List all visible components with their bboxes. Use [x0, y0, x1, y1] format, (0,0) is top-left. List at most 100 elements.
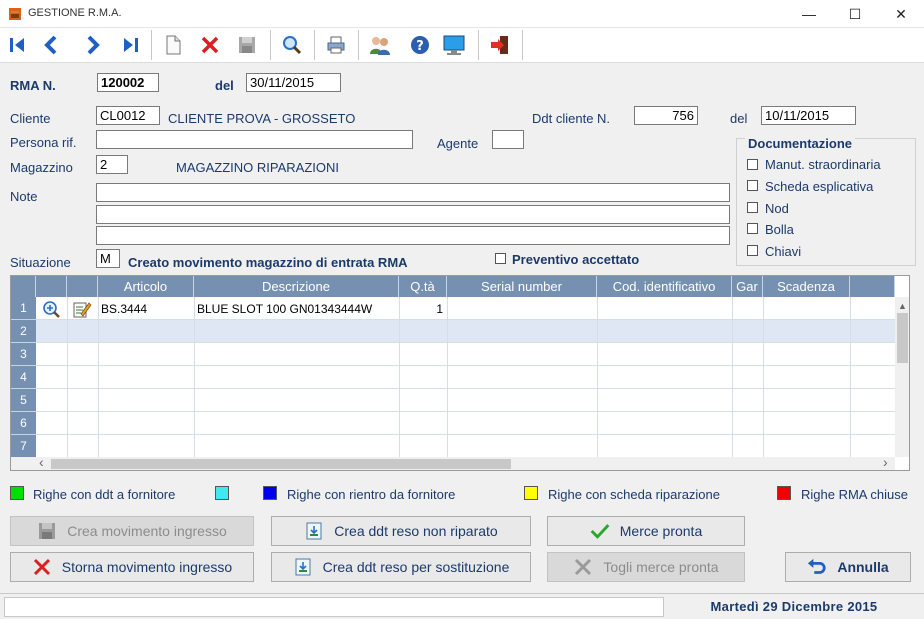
doc-bolla-checkbox[interactable]: [747, 223, 758, 234]
note-label: Note: [10, 189, 38, 204]
rma-number-label: RMA N.: [10, 78, 56, 93]
doc-manut-checkbox[interactable]: [747, 159, 758, 170]
togli-merce-pronta-button[interactable]: Togli merce pronta: [547, 552, 745, 582]
agente-field[interactable]: [492, 130, 524, 149]
grid-line: [447, 297, 448, 457]
cliente-label: Cliente: [10, 111, 51, 126]
row-qta: 1: [436, 302, 443, 316]
legend-green-swatch: [10, 486, 24, 500]
grid-col-serial[interactable]: Serial number: [447, 276, 597, 297]
annulla-button[interactable]: Annulla: [785, 552, 911, 582]
row-number[interactable]: 4: [11, 366, 36, 389]
new-document-icon[interactable]: [157, 30, 189, 60]
note-line-2[interactable]: [96, 205, 730, 224]
grid-col-cod[interactable]: Cod. identificativo: [597, 276, 732, 297]
note-line-3[interactable]: [96, 226, 730, 245]
cliente-code-field[interactable]: CL0012: [96, 106, 160, 125]
print-icon[interactable]: [320, 30, 352, 60]
magazzino-code-field[interactable]: 2: [96, 155, 128, 174]
row-number[interactable]: 1: [11, 297, 36, 320]
doc-scheda-checkbox[interactable]: [747, 180, 758, 191]
grid-col-gar[interactable]: Gar: [732, 276, 763, 297]
doc-manut-label: Manut. straordinaria: [765, 157, 881, 172]
crea-movimento-label: Crea movimento ingresso: [67, 523, 227, 539]
row-number[interactable]: 7: [11, 435, 36, 458]
note-line-1[interactable]: [96, 183, 730, 202]
title-bar: GESTIONE R.M.A. — ☐ ✕: [0, 0, 924, 28]
magazzino-name: MAGAZZINO RIPARAZIONI: [176, 160, 339, 175]
scroll-left-icon[interactable]: ‹: [39, 454, 44, 470]
close-button[interactable]: ✕: [878, 0, 924, 28]
grid-line: [850, 297, 851, 457]
grid-col-scadenza[interactable]: Scadenza: [763, 276, 850, 297]
previous-record-icon[interactable]: [36, 30, 68, 60]
row-number[interactable]: 6: [11, 412, 36, 435]
merce-pronta-label: Merce pronta: [619, 523, 703, 539]
status-message: [4, 597, 664, 617]
grid-corner: [11, 276, 36, 297]
grid-line: [732, 297, 733, 457]
doc-chiavi-checkbox[interactable]: [747, 245, 758, 256]
doc-nod-checkbox[interactable]: [747, 202, 758, 213]
toolbar-separator: [151, 30, 152, 60]
crea-ddt-reso-non-riparato-button[interactable]: Crea ddt reso non riparato: [271, 516, 531, 546]
document-arrow-icon: [304, 521, 324, 541]
users-icon[interactable]: [364, 30, 396, 60]
merce-pronta-button[interactable]: Merce pronta: [547, 516, 745, 546]
crea-movimento-ingresso-button[interactable]: Crea movimento ingresso: [10, 516, 254, 546]
crea-ddt-non-riparato-label: Crea ddt reso non riparato: [334, 523, 498, 539]
monitor-icon[interactable]: [438, 30, 470, 60]
row-descrizione: BLUE SLOT 100 GN01343444W: [197, 302, 373, 316]
row-number[interactable]: 3: [11, 343, 36, 366]
help-icon[interactable]: ?: [404, 30, 436, 60]
legend-scheda-riparazione: Righe con scheda riparazione: [548, 487, 720, 502]
doc-chiavi-label: Chiavi: [765, 244, 802, 259]
horizontal-scrollbar[interactable]: ‹ ›: [11, 454, 895, 470]
persona-rif-field[interactable]: [96, 130, 413, 149]
rma-date-field[interactable]: 30/11/2015: [246, 73, 341, 92]
grid-col-icon2: [67, 276, 98, 297]
vertical-scroll-thumb[interactable]: [897, 313, 908, 363]
grid-line: [399, 297, 400, 457]
scroll-up-icon[interactable]: ▲: [898, 301, 907, 311]
exit-icon[interactable]: [484, 30, 516, 60]
grid-col-descrizione[interactable]: Descrizione: [194, 276, 399, 297]
scroll-right-icon[interactable]: ›: [883, 454, 888, 470]
next-record-icon[interactable]: [76, 30, 108, 60]
horizontal-scroll-thumb[interactable]: [51, 459, 511, 469]
legend-rma-chiuse: Righe RMA chiuse: [801, 487, 908, 502]
grid-header: Articolo Descrizione Q.tà Serial number …: [11, 276, 895, 297]
save-icon[interactable]: [231, 30, 263, 60]
row-number[interactable]: 2: [11, 320, 36, 343]
grid-line: [98, 297, 99, 457]
grid-col-articolo[interactable]: Articolo: [98, 276, 194, 297]
maximize-button[interactable]: ☐: [832, 0, 878, 28]
edit-row-icon[interactable]: [72, 300, 92, 318]
row-scadenza: [767, 298, 847, 321]
search-icon[interactable]: [276, 30, 308, 60]
ddt-number-field[interactable]: 756: [634, 106, 698, 125]
preventivo-accettato-checkbox[interactable]: [495, 253, 506, 264]
persona-rif-label: Persona rif.: [10, 135, 77, 150]
toolbar-separator: [314, 30, 315, 60]
zoom-row-icon[interactable]: [42, 300, 62, 318]
row-number[interactable]: 5: [11, 389, 36, 412]
legend-cyan-swatch: [215, 486, 229, 500]
legend-rientro-fornitore: Righe con rientro da fornitore: [287, 487, 456, 502]
crea-ddt-reso-sostituzione-button[interactable]: Crea ddt reso per sostituzione: [271, 552, 531, 582]
situazione-code-field[interactable]: M: [96, 249, 120, 268]
rma-number-field[interactable]: 120002: [97, 73, 159, 92]
first-record-icon[interactable]: [2, 30, 34, 60]
ddt-date-field[interactable]: 10/11/2015: [761, 106, 856, 125]
last-record-icon[interactable]: [114, 30, 146, 60]
minimize-button[interactable]: —: [786, 0, 832, 28]
toolbar: ?: [0, 28, 924, 62]
rma-lines-grid[interactable]: Articolo Descrizione Q.tà Serial number …: [10, 275, 910, 471]
vertical-scrollbar[interactable]: ▲: [895, 297, 909, 457]
annulla-label: Annulla: [837, 559, 889, 575]
delete-icon[interactable]: [194, 30, 226, 60]
grid-col-qta[interactable]: Q.tà: [399, 276, 447, 297]
rma-date-label: del: [215, 78, 234, 93]
storna-movimento-ingresso-button[interactable]: Storna movimento ingresso: [10, 552, 254, 582]
toolbar-separator: [522, 30, 523, 60]
